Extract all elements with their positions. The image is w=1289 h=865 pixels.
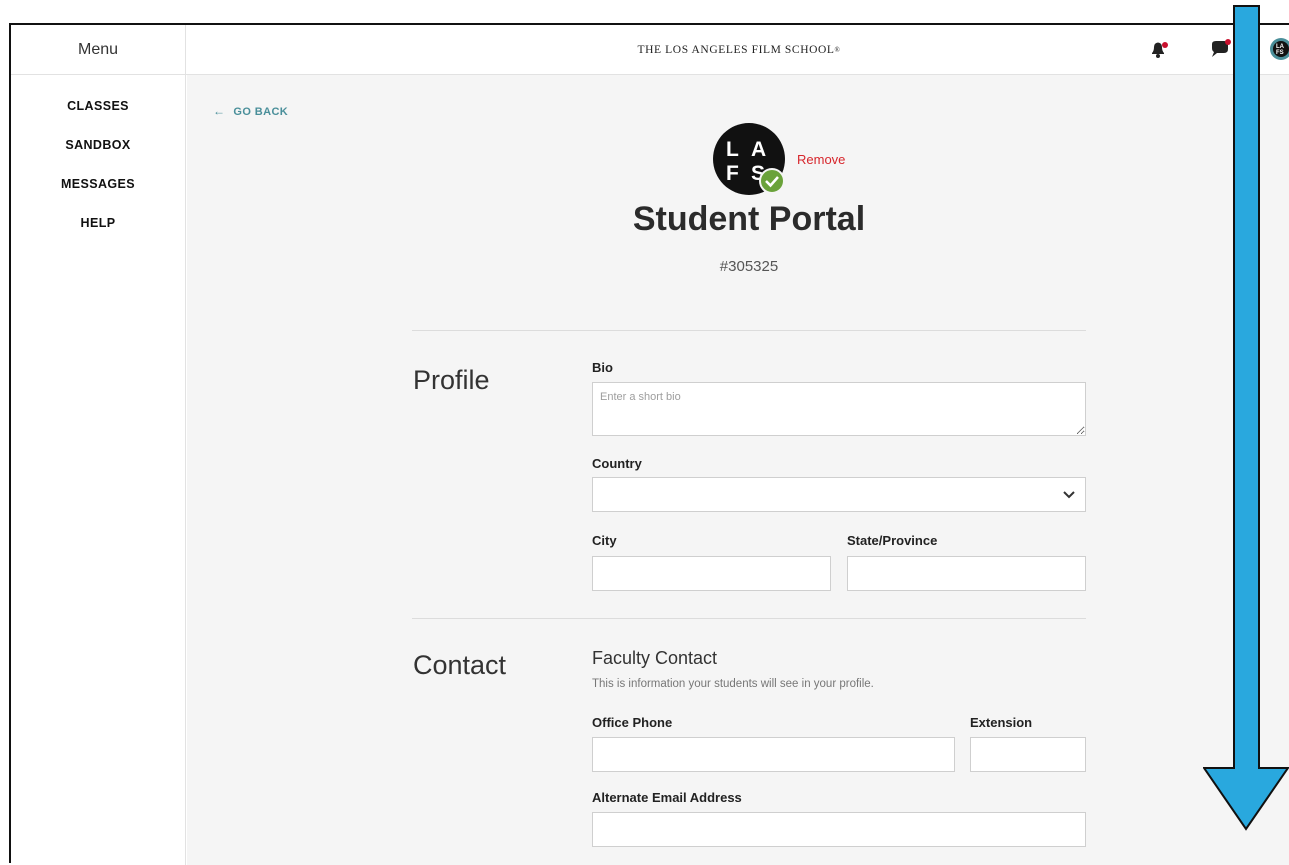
sidebar-nav: CLASSES SANDBOX MESSAGES HELP <box>11 75 185 243</box>
state-province-label: State/Province <box>847 533 938 548</box>
sidebar-item-classes[interactable]: CLASSES <box>11 87 185 126</box>
brand-title: THE LOS ANGELES FILM SCHOOL ® <box>187 25 1289 74</box>
city-label: City <box>592 533 617 548</box>
office-phone-label: Office Phone <box>592 715 673 730</box>
arrow-left-icon: ← <box>213 104 226 118</box>
top-bar: Menu THE LOS ANGELES FILM SCHOOL ® LA FS <box>11 25 1289 75</box>
user-avatar-icon[interactable]: LA FS <box>1269 37 1289 61</box>
bio-label: Bio <box>592 360 613 375</box>
sidebar: CLASSES SANDBOX MESSAGES HELP <box>11 75 186 865</box>
page-title: Student Portal <box>632 200 866 238</box>
alternate-email-label: Alternate Email Address <box>592 790 742 805</box>
sidebar-item-help[interactable]: HELP <box>11 204 185 243</box>
svg-text:FS: FS <box>1276 50 1284 56</box>
state-province-input[interactable] <box>847 556 1086 591</box>
office-phone-input[interactable] <box>592 737 955 772</box>
city-input[interactable] <box>592 556 831 591</box>
user-id-number: #305325 <box>719 258 779 275</box>
contact-heading: Contact <box>413 650 507 680</box>
alternate-email-input[interactable] <box>592 812 1086 847</box>
section-divider <box>412 330 1086 331</box>
country-select[interactable] <box>592 477 1086 512</box>
chevron-down-icon <box>1063 491 1075 499</box>
verified-check-icon <box>759 168 785 194</box>
faculty-contact-subtitle: This is information your students will s… <box>592 678 874 690</box>
brand-registered-mark: ® <box>834 45 841 54</box>
extension-input[interactable] <box>970 737 1086 772</box>
extension-label: Extension <box>970 715 1033 730</box>
bio-input[interactable] <box>592 382 1086 436</box>
bell-icon[interactable] <box>1147 38 1171 62</box>
profile-avatar[interactable]: L A F S <box>713 123 785 195</box>
chat-bubble-icon[interactable] <box>1209 38 1233 62</box>
sidebar-item-sandbox[interactable]: SANDBOX <box>11 126 185 165</box>
faculty-contact-title: Faculty Contact <box>592 648 718 668</box>
menu-label[interactable]: Menu <box>11 25 186 74</box>
section-divider <box>412 618 1086 619</box>
sidebar-item-messages[interactable]: MESSAGES <box>11 165 185 204</box>
remove-avatar-link[interactable]: Remove <box>797 152 845 167</box>
profile-heading: Profile <box>413 365 490 395</box>
country-label: Country <box>592 456 642 471</box>
go-back-label: GO BACK <box>233 106 289 118</box>
avatar-letter-f: F <box>726 162 739 185</box>
go-back-link[interactable]: ← GO BACK <box>213 104 288 118</box>
brand-name: THE LOS ANGELES FILM SCHOOL <box>637 43 835 56</box>
main-content: ← GO BACK L A F S Remove Student Portal #… <box>187 75 1289 865</box>
avatar-letter-l: L <box>726 138 739 161</box>
avatar-letter-a: A <box>751 138 766 161</box>
